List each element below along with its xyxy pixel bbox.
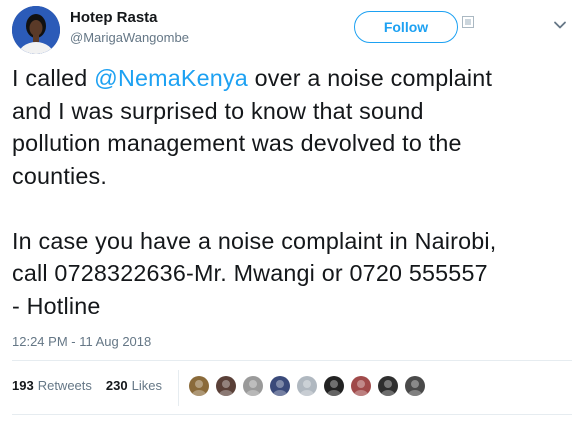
liker-avatar-image [297,376,317,396]
likes-count: 230 [105,378,128,393]
liker-avatar[interactable] [214,374,238,398]
liker-avatar-image [324,376,344,396]
liker-avatar[interactable] [268,374,292,398]
engagement-stats: 193 Retweets 230 Likes [12,378,172,393]
follow-badge-icon [462,16,474,28]
liker-avatar[interactable] [322,374,346,398]
tweet-timestamp[interactable]: 12:24 PM - 11 Aug 2018 [12,334,151,349]
author-avatar[interactable] [12,6,60,54]
liker-avatar[interactable] [187,374,211,398]
likes-label: Likes [131,378,162,393]
author-handle[interactable]: @MarigaWangombe [70,30,189,45]
liker-avatars [187,374,430,398]
tweet-card: Hotep Rasta @MarigaWangombe Follow I cal… [0,0,584,422]
liker-avatar-image [378,376,398,396]
tweet-text-prefix: I called [12,65,95,91]
author-name[interactable]: Hotep Rasta [70,9,158,26]
liker-avatar-image [216,376,236,396]
liker-avatar[interactable] [349,374,373,398]
tweet-text-body: over a noise complaint and I was surpris… [12,65,497,319]
chevron-down-icon[interactable] [553,18,567,32]
liker-avatar-image [270,376,290,396]
divider [12,360,572,361]
stats-separator [178,370,179,406]
follow-button[interactable]: Follow [354,11,458,43]
liker-avatar[interactable] [295,374,319,398]
author-avatar-image [12,6,60,54]
mention-link[interactable]: @NemaKenya [94,65,248,91]
liker-avatar[interactable] [376,374,400,398]
retweets-stat[interactable]: 193 Retweets [12,378,92,393]
liker-avatar-image [405,376,425,396]
liker-avatar[interactable] [403,374,427,398]
liker-avatar[interactable] [241,374,265,398]
likes-stat[interactable]: 230 Likes [106,378,162,393]
retweets-count: 193 [12,378,34,393]
liker-avatar-image [243,376,263,396]
tweet-text: I called @NemaKenya over a noise complai… [12,62,578,322]
retweets-label: Retweets [37,378,92,393]
divider [12,414,572,415]
liker-avatar-image [351,376,371,396]
liker-avatar-image [189,376,209,396]
